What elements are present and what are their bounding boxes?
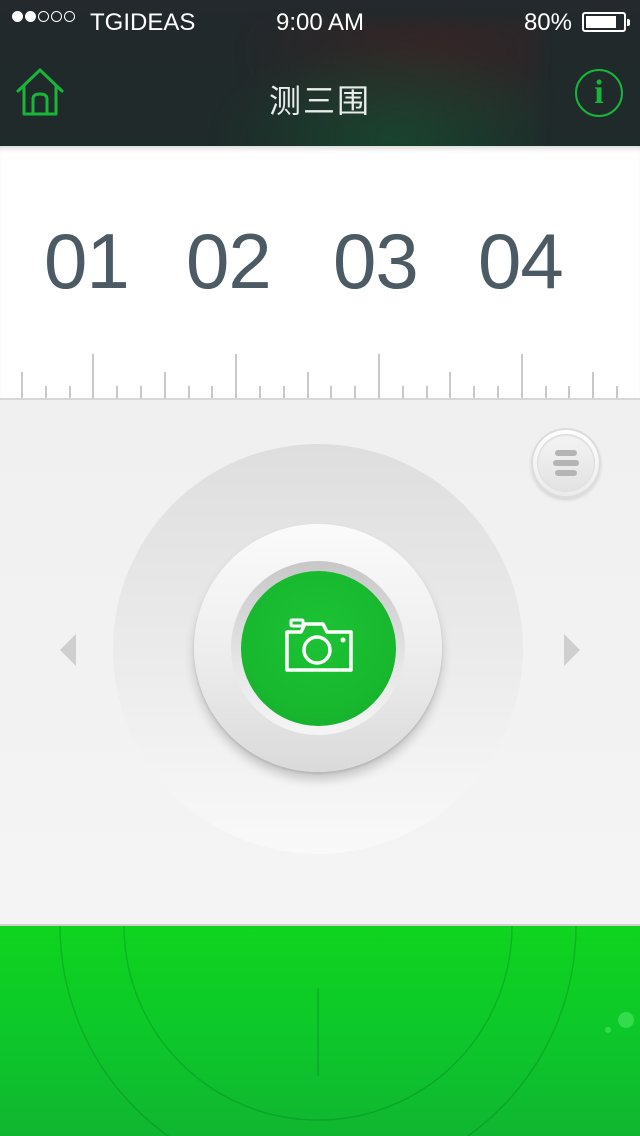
- battery-percent: 80%: [523, 9, 572, 36]
- ruler-label: 03: [333, 217, 419, 305]
- menu-button[interactable]: [531, 428, 601, 498]
- measurement-panel[interactable]: 01 02 03 04: [0, 146, 640, 400]
- top-bar: TGIDEAS 9:00 AM 80% 测三围 i: [0, 0, 640, 146]
- green-footer: [0, 926, 640, 1136]
- page-title: 测三围: [268, 83, 371, 119]
- camera-icon: [285, 618, 353, 672]
- info-icon: i: [594, 74, 604, 111]
- camera-control-area: [0, 400, 640, 926]
- chevron-left-icon[interactable]: [60, 634, 76, 666]
- battery-icon: [582, 12, 630, 32]
- menu-icon: [537, 434, 595, 492]
- chevron-right-icon[interactable]: [564, 634, 580, 666]
- ruler-label: 04: [478, 217, 564, 305]
- ruler-numbers: 01 02 03 04: [0, 216, 640, 306]
- ruler-label: 01: [44, 217, 130, 305]
- camera-shutter-button[interactable]: [241, 571, 396, 726]
- info-button[interactable]: i: [575, 69, 623, 117]
- ruler-label: 02: [186, 217, 272, 305]
- status-bar: TGIDEAS 9:00 AM 80%: [0, 0, 640, 44]
- footer-arcs-decoration: [59, 926, 634, 1136]
- ruler-scale: [21, 354, 618, 398]
